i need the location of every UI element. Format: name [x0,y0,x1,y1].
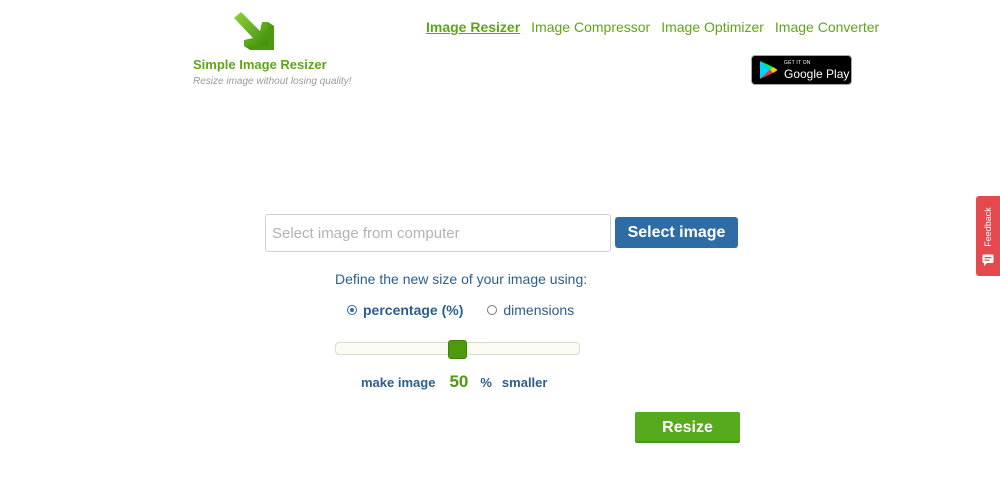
radio-button-selected[interactable] [347,305,357,315]
slider-handle[interactable] [447,340,467,359]
google-play-icon [760,61,777,79]
size-suffix: smaller [501,375,548,390]
resize-button[interactable]: Resize [635,412,740,443]
size-summary: make image 50 % smaller [361,372,547,392]
nav-image-resizer[interactable]: Image Resizer [426,19,520,35]
radio-percentage-label: percentage (%) [363,302,464,318]
radio-percentage[interactable]: percentage (%) [347,302,463,318]
app-name: Simple Image Resizer [193,57,327,72]
size-unit: % [480,375,492,390]
play-big-text: Google Play [784,66,850,81]
resize-instructions: Define the new size of your image using: [335,271,588,287]
radio-dimensions[interactable]: dimensions [487,302,574,318]
nav-image-compressor[interactable]: Image Compressor [531,19,650,35]
google-play-badge[interactable]: GET IT ON Google Play [751,55,852,85]
size-prefix: make image [361,375,436,390]
percentage-slider[interactable] [335,340,580,359]
resize-arrow-icon [234,12,274,50]
resize-mode-radio-group: percentage (%) dimensions [347,302,574,318]
radio-dimensions-label: dimensions [503,302,575,318]
tagline: Resize image without losing quality! [193,76,352,87]
google-play-text: GET IT ON Google Play [784,59,850,81]
main-nav: Image Resizer Image Compressor Image Opt… [426,19,879,35]
radio-button-unselected[interactable] [487,305,498,315]
feedback-tab[interactable]: Feedback [976,196,1000,276]
play-small-text: GET IT ON [784,59,811,66]
chat-icon [982,254,994,266]
nav-image-converter[interactable]: Image Converter [775,19,879,35]
nav-image-optimizer[interactable]: Image Optimizer [661,19,764,35]
page: Simple Image Resizer Resize image withou… [0,0,1000,500]
image-path-input[interactable] [265,214,611,252]
size-value: 50 [449,372,469,391]
select-image-button[interactable]: Select image [615,217,738,248]
feedback-label: Feedback [983,207,993,247]
